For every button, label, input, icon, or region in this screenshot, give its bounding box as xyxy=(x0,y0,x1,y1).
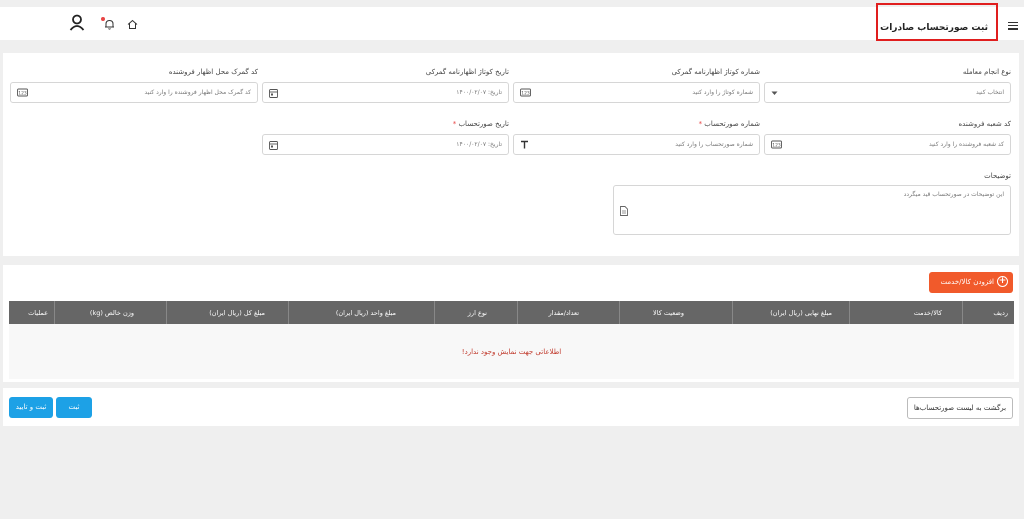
calendar-icon[interactable] xyxy=(269,140,278,150)
items-table-empty-row: اطلاعاتی جهت نمایش وجود ندارد! xyxy=(9,324,1014,379)
bell-icon[interactable] xyxy=(104,19,115,30)
column-header[interactable]: وزن خالص (kg) xyxy=(54,301,166,324)
description-textarea[interactable]: این توضیحات در صورتحساب قید میگردد xyxy=(613,185,1011,235)
top-header: ثبت صورتحساب صادرات xyxy=(0,7,1024,40)
svg-text:123: 123 xyxy=(521,91,530,97)
column-header[interactable]: مبلغ نهایی (ریال ایران) xyxy=(732,301,849,324)
transaction-type-placeholder: انتخاب کنید xyxy=(975,89,1004,96)
add-item-button[interactable]: + افزودن کالا/خدمت xyxy=(929,272,1013,293)
transaction-type-select[interactable]: انتخاب کنید xyxy=(764,82,1011,103)
seller-branch-code-input[interactable]: کد شعبه فروشنده را وارد کنید 123 xyxy=(764,134,1011,155)
customs-declaration-no-label: شماره کوتاژ اظهارنامه گمرکی xyxy=(671,68,760,76)
svg-text:123: 123 xyxy=(18,91,27,97)
description-label: توضیحات xyxy=(984,172,1011,180)
document-icon xyxy=(620,206,628,216)
menu-icon[interactable] xyxy=(1008,22,1018,30)
seller-customs-code-placeholder: کد گمرک محل اظهار فروشنده را وارد کنید xyxy=(144,89,251,96)
submit-and-confirm-button[interactable]: ثبت و تایید xyxy=(9,397,53,418)
customs-declaration-date-label: تاریخ کوتاژ اظهارنامه گمرکی xyxy=(425,68,509,76)
column-header[interactable]: مبلغ کل (ریال ایران) xyxy=(166,301,288,324)
invoice-date-input[interactable]: تاریخ: ۱۴۰۰/۰۲/۰۷ xyxy=(262,134,509,155)
transaction-type-label: نوع انجام معامله xyxy=(962,68,1011,76)
customs-declaration-no-input[interactable]: شماره کوتاژ را وارد کنید 123 xyxy=(513,82,760,103)
back-to-list-button[interactable]: برگشت به لیست صورتحساب‌ها xyxy=(907,397,1013,419)
seller-customs-code-input[interactable]: کد گمرک محل اظهار فروشنده را وارد کنید 1… xyxy=(10,82,258,103)
invoice-no-placeholder: شماره صورتحساب را وارد کنید xyxy=(675,141,753,148)
customs-declaration-date-input[interactable]: تاریخ: ۱۴۰۰/۰۲/۰۷ xyxy=(262,82,509,103)
add-item-label: افزودن کالا/خدمت xyxy=(940,278,994,286)
number-input-icon: 123 xyxy=(17,88,28,97)
column-header[interactable]: ردیف xyxy=(962,301,1014,324)
add-circle-icon: + xyxy=(997,276,1008,287)
column-header[interactable]: وضعیت کالا xyxy=(619,301,732,324)
home-icon[interactable] xyxy=(127,19,138,30)
user-icon[interactable] xyxy=(69,14,85,31)
customs-declaration-no-placeholder: شماره کوتاژ را وارد کنید xyxy=(692,89,753,96)
column-header[interactable]: تعداد/مقدار xyxy=(517,301,619,324)
number-input-icon: 123 xyxy=(771,140,782,149)
number-input-icon: 123 xyxy=(520,88,531,97)
column-header[interactable]: کالا/خدمت xyxy=(849,301,962,324)
column-header[interactable]: عملیات xyxy=(9,301,54,324)
seller-branch-code-placeholder: کد شعبه فروشنده را وارد کنید xyxy=(928,141,1004,148)
calendar-icon[interactable] xyxy=(269,88,278,98)
description-placeholder: این توضیحات در صورتحساب قید میگردد xyxy=(903,191,1004,198)
invoice-no-label: شماره صورتحساب * xyxy=(698,120,760,128)
column-header[interactable]: مبلغ واحد (ریال ایران) xyxy=(288,301,434,324)
customs-declaration-date-placeholder: تاریخ: ۱۴۰۰/۰۲/۰۷ xyxy=(456,89,502,96)
text-input-icon xyxy=(521,140,528,149)
seller-customs-code-label: کد گمرک محل اظهار فروشنده xyxy=(168,68,258,76)
svg-text:123: 123 xyxy=(772,143,781,149)
seller-branch-code-label: کد شعبه فروشنده xyxy=(958,120,1011,128)
actions-card xyxy=(3,388,1019,426)
invoice-no-input[interactable]: شماره صورتحساب را وارد کنید xyxy=(513,134,760,155)
empty-message: اطلاعاتی جهت نمایش وجود ندارد! xyxy=(461,348,562,356)
title-highlight-box xyxy=(876,3,998,41)
invoice-date-placeholder: تاریخ: ۱۴۰۰/۰۲/۰۷ xyxy=(456,141,502,148)
notification-dot xyxy=(101,17,105,21)
items-table-header: ردیف کالا/خدمت مبلغ نهایی (ریال ایران) و… xyxy=(9,301,1014,324)
chevron-down-icon xyxy=(771,91,778,95)
submit-button[interactable]: ثبت xyxy=(56,397,92,418)
column-header[interactable]: نوع ارز xyxy=(434,301,517,324)
invoice-date-label: تاریخ صورتحساب * xyxy=(452,120,509,128)
